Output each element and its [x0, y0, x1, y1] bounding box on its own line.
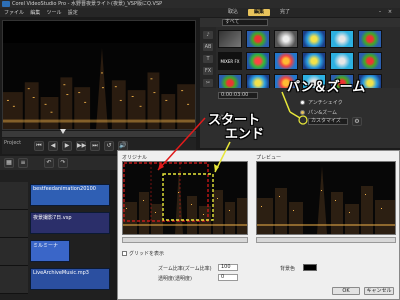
start-arrow — [157, 117, 206, 171]
annotation-arrows — [157, 91, 308, 173]
end-annotation: エンド — [225, 127, 265, 142]
panzoom-annotation: パン＆ズーム — [287, 80, 366, 95]
panzoom-arrow — [281, 91, 291, 113]
